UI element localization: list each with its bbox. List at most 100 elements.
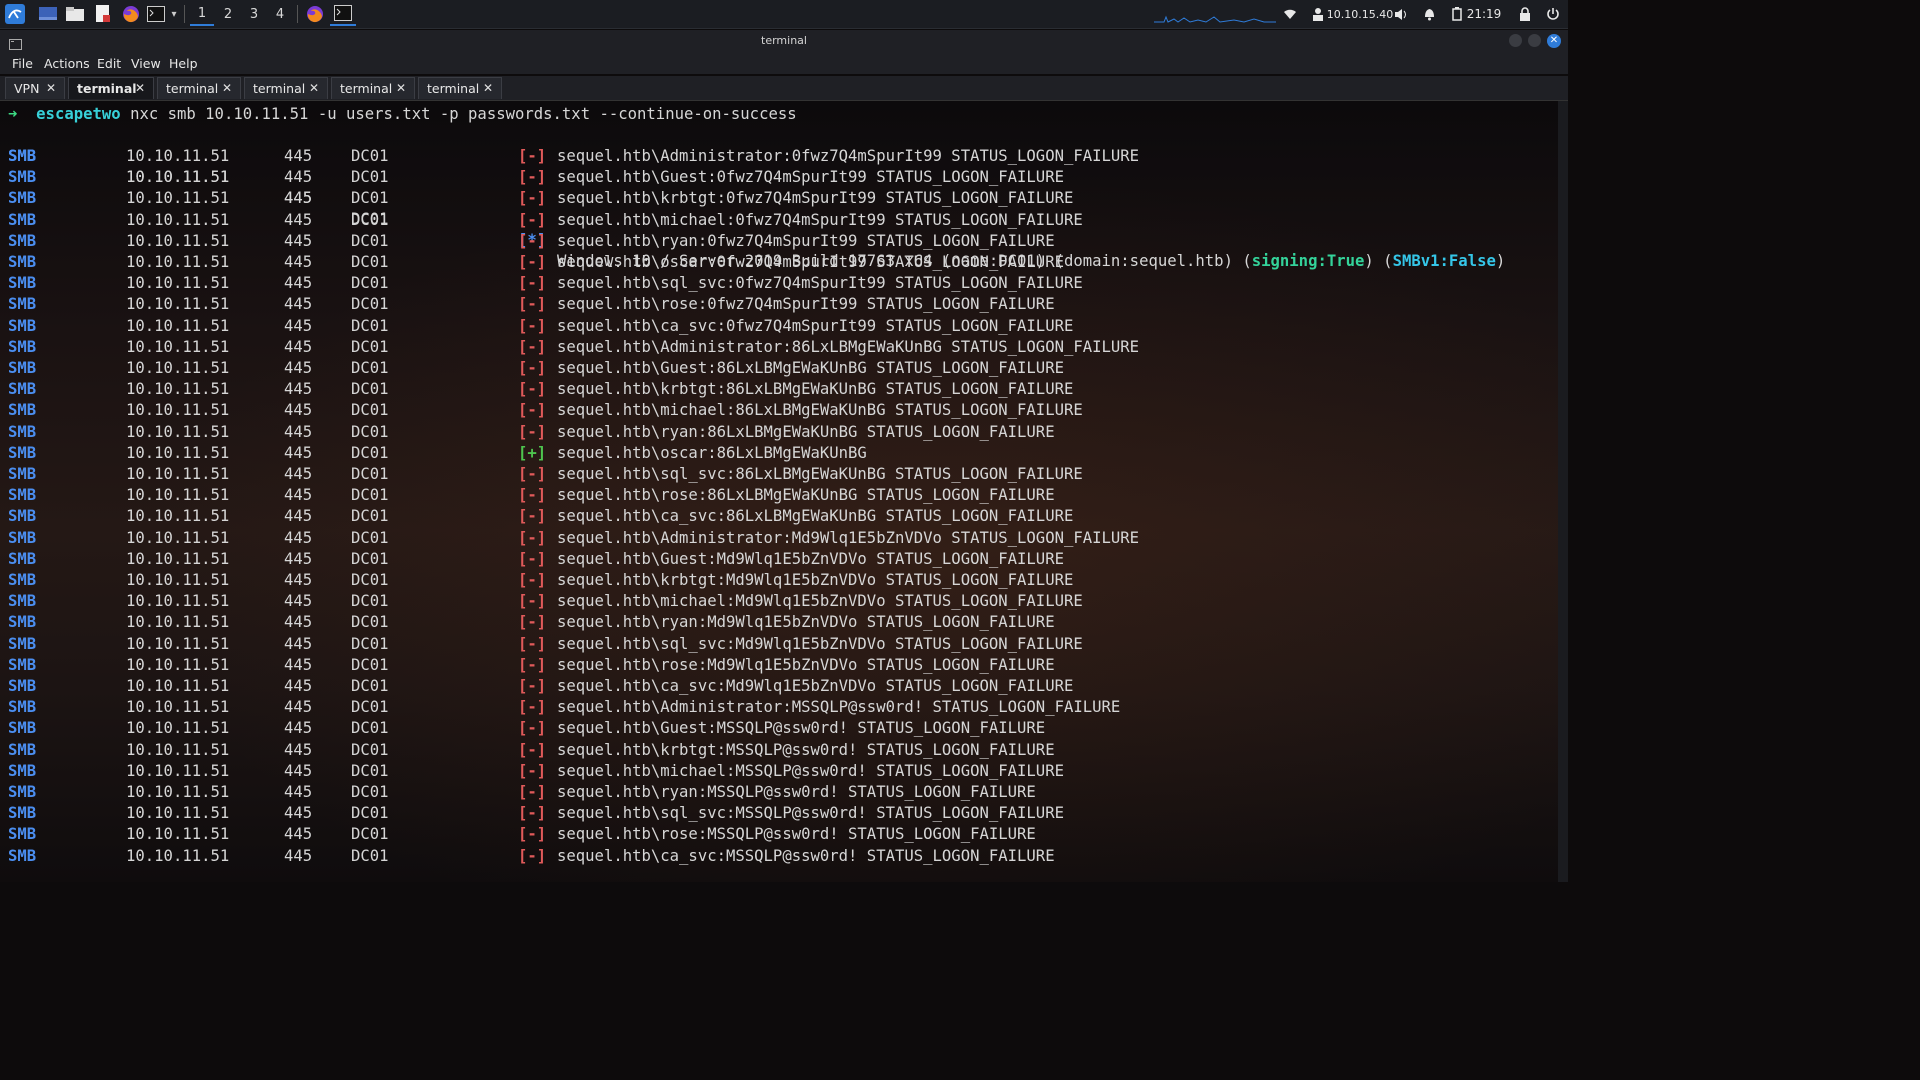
close-tab-icon[interactable]: ✕ <box>483 81 493 95</box>
status-marker: [-] <box>518 210 547 229</box>
close-tab-icon[interactable]: ✕ <box>222 81 232 95</box>
terminal-icon[interactable] <box>146 2 166 26</box>
close-tab-icon[interactable]: ✕ <box>309 81 319 95</box>
target-host: DC01 <box>351 634 389 653</box>
show-desktop-icon[interactable] <box>36 2 60 26</box>
status-marker: [-] <box>518 804 547 823</box>
output-line: SMB 10.10.11.51 445 DC01 [-] sequel.htb\krbtg… <box>0 188 1558 209</box>
workspace-3[interactable]: 3 <box>242 2 266 26</box>
credential-result: sequel.htb\rose:0fwz7Q4mSpurIt99 STATUS_… <box>557 295 1055 314</box>
terminal-output[interactable]: ➜ escapetwo nxc smb 10.10.11.51 -u users… <box>0 101 1558 882</box>
volume-icon[interactable] <box>1393 4 1409 24</box>
credential-result: sequel.htb\sql_svc:86LxLBMgEWaKUnBG STAT… <box>557 465 1083 483</box>
output-line: SMB 10.10.11.51 445 DC01 [-] sequel.htb\micha… <box>0 591 1558 612</box>
status-marker: [-] <box>518 274 547 293</box>
protocol-label: SMB <box>8 613 37 632</box>
protocol-label: SMB <box>8 359 37 377</box>
close-tab-icon[interactable]: ✕ <box>46 81 56 95</box>
tab-vpn[interactable]: VPN ✕ <box>5 77 65 99</box>
target-port: 445 <box>284 168 313 187</box>
target-ip: 10.10.11.51 <box>126 592 230 611</box>
firefox-icon[interactable] <box>119 2 143 26</box>
credential-result: sequel.htb\ca_svc:Md9Wlq1E5bZnVDVo STATU… <box>557 677 1074 695</box>
bell-icon[interactable] <box>1421 4 1437 24</box>
credential-result: sequel.htb\krbtgt:86LxLBMgEWaKUnBG STATU… <box>557 380 1074 399</box>
maximize-button[interactable] <box>1528 34 1541 47</box>
tab-terminal-2[interactable]: terminal ✕ <box>157 77 241 99</box>
target-host: DC01 <box>351 422 389 441</box>
credential-result: sequel.htb\michael:Md9Wlq1E5bZnVDVo STAT… <box>557 592 1083 611</box>
power-icon[interactable] <box>1545 4 1561 24</box>
status-marker: [-] <box>518 846 547 865</box>
credential-result: sequel.htb\Administrator:MSSQLP@ssw0rd! … <box>557 698 1121 717</box>
status-marker: [-] <box>518 401 547 420</box>
chevron-down-icon[interactable]: ▾ <box>168 2 180 26</box>
menu-file[interactable]: File <box>12 56 33 71</box>
credential-result: sequel.htb\ryan:0fwz7Q4mSpurIt99 STATUS_… <box>557 231 1055 250</box>
status-marker: [-] <box>518 359 547 377</box>
status-marker: [-] <box>518 189 547 208</box>
target-port: 445 <box>284 443 313 462</box>
window-titlebar[interactable]: terminal ✕ <box>0 30 1568 52</box>
workspace-1[interactable]: 1 <box>190 2 214 26</box>
tab-terminal-1[interactable]: terminal ✕ <box>68 77 154 99</box>
credential-result: sequel.htb\Administrator:86LxLBMgEWaKUnB… <box>557 337 1140 356</box>
target-port: 445 <box>284 380 313 399</box>
credential-result: sequel.htb\sql_svc:Md9Wlq1E5bZnVDVo STAT… <box>557 634 1083 653</box>
target-port: 445 <box>284 401 313 420</box>
close-icon[interactable]: ✕ <box>1547 34 1561 48</box>
text-editor-icon[interactable] <box>91 2 115 26</box>
output-line: SMB 10.10.11.51 445 DC01 [-] sequel.htb\micha… <box>0 400 1558 421</box>
firefox-task-icon[interactable] <box>303 2 327 26</box>
panel-separator <box>184 5 185 23</box>
menu-actions[interactable]: Actions <box>44 56 90 71</box>
output-line: SMB 10.10.11.51 445 DC01 [-] sequel.htb\rose:… <box>0 294 1558 315</box>
target-host: DC01 <box>351 401 389 420</box>
target-host: DC01 <box>351 359 389 377</box>
target-ip: 10.10.11.51 <box>126 465 230 483</box>
kali-menu-icon[interactable] <box>3 2 27 26</box>
credential-result: sequel.htb\krbtgt:MSSQLP@ssw0rd! STATUS_… <box>557 740 1055 759</box>
protocol-label: SMB <box>8 253 37 271</box>
target-ip: 10.10.11.51 <box>126 634 230 653</box>
target-host: DC01 <box>351 486 389 505</box>
workspace-4[interactable]: 4 <box>268 2 292 26</box>
menu-view[interactable]: View <box>131 56 161 71</box>
tab-terminal-3[interactable]: terminal ✕ <box>244 77 328 99</box>
output-line: SMB 10.10.11.51 445 DC01 [-] sequel.htb\Admin… <box>0 337 1558 358</box>
menu-help[interactable]: Help <box>169 56 198 71</box>
credential-result: sequel.htb\Guest:86LxLBMgEWaKUnBG STATUS… <box>557 359 1064 377</box>
target-host: DC01 <box>351 189 389 208</box>
close-tab-icon[interactable]: ✕ <box>396 81 406 95</box>
minimize-button[interactable] <box>1509 34 1522 47</box>
target-port: 445 <box>284 825 313 844</box>
status-marker: [-] <box>518 147 547 165</box>
credential-result: sequel.htb\ca_svc:MSSQLP@ssw0rd! STATUS_… <box>557 846 1055 865</box>
target-ip: 10.10.11.51 <box>126 189 230 208</box>
target-ip: 10.10.11.51 <box>126 486 230 505</box>
tab-terminal-4[interactable]: terminal ✕ <box>331 77 415 99</box>
terminal-scrollbar[interactable] <box>1558 101 1568 882</box>
file-manager-icon[interactable] <box>63 2 87 26</box>
close-tab-icon[interactable]: ✕ <box>135 81 145 95</box>
output-line: SMB 10.10.11.51 445 DC01 [-] sequel.htb\ryan:… <box>0 231 1558 252</box>
window-title: terminal <box>761 34 807 47</box>
clock[interactable]: 21:19 <box>1467 4 1502 24</box>
terminal-task-icon[interactable] <box>330 2 356 26</box>
battery-icon[interactable] <box>1449 4 1465 24</box>
credential-result: sequel.htb\ryan:Md9Wlq1E5bZnVDVo STATUS_… <box>557 613 1055 632</box>
menu-edit[interactable]: Edit <box>97 56 121 71</box>
protocol-label: SMB <box>8 740 37 759</box>
wifi-icon[interactable] <box>1282 4 1298 24</box>
status-marker: [-] <box>518 465 547 483</box>
protocol-label: SMB <box>8 825 37 844</box>
status-marker: [-] <box>518 677 547 695</box>
lock-icon[interactable] <box>1517 4 1533 24</box>
status-marker: [-] <box>518 613 547 632</box>
target-ip: 10.10.11.51 <box>126 147 230 165</box>
tab-terminal-5[interactable]: terminal ✕ <box>418 77 502 99</box>
workspace-2[interactable]: 2 <box>216 2 240 26</box>
tab-label: terminal <box>340 81 393 96</box>
status-marker: [-] <box>518 571 547 589</box>
tab-label: terminal <box>77 81 137 96</box>
